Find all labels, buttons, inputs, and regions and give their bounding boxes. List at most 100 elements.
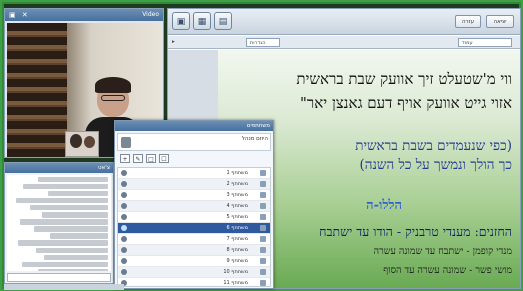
- participant-name: משתתף 1: [226, 170, 249, 176]
- participant-row[interactable]: משתתף 3: [118, 190, 270, 201]
- participant-row[interactable]: משתתף 2: [118, 179, 270, 190]
- presentation-toolbar: ▣ ▦ ▤ עזרה יציאה: [168, 9, 520, 35]
- participant-row[interactable]: משתתף 9: [118, 256, 270, 267]
- participant-name: משתתף 3: [226, 192, 249, 198]
- window-controls[interactable]: ▣ ✕: [9, 9, 30, 21]
- chat-message: [20, 219, 108, 225]
- chat-input[interactable]: [7, 273, 111, 282]
- user-icon: [121, 170, 127, 176]
- user-icon: [121, 269, 127, 275]
- avatar: [121, 137, 131, 148]
- chat-message: [22, 261, 108, 268]
- participant-row[interactable]: משתתף 8: [118, 245, 270, 256]
- play-icon[interactable]: ▸: [172, 36, 175, 49]
- status-icon: [260, 203, 266, 209]
- current-user-name: היוזם מנהל: [241, 136, 268, 142]
- participant-name: משתתף 7: [226, 236, 249, 242]
- chat-message: [23, 183, 108, 190]
- participant-name: משתתף 8: [226, 247, 249, 253]
- pip-person: [84, 136, 95, 148]
- square-icon[interactable]: □: [146, 154, 156, 163]
- user-icon: [121, 236, 127, 242]
- chat-message: [48, 190, 108, 197]
- status-icon: [260, 247, 266, 253]
- slide-line: ווי מ'שטעלט זיך אוועק שבת בראשית: [296, 70, 512, 88]
- webcam-titlebar[interactable]: ▣ ✕ Video: [5, 9, 163, 21]
- status-bar: [4, 284, 124, 290]
- presenter-hair: [95, 77, 131, 93]
- user-icon: [121, 192, 127, 198]
- status-icon: [260, 181, 266, 187]
- user-icon: [121, 181, 127, 187]
- status-icon: [260, 170, 266, 176]
- chat-message: [42, 212, 108, 218]
- slide-line: מנדי קופמן - ישתבח עד שמונה עשרה: [373, 246, 512, 257]
- participant-name: משתתף 6: [226, 225, 249, 231]
- participant-row[interactable]: משתתף 10: [118, 267, 270, 278]
- status-icon: [260, 258, 266, 264]
- user-icon: [121, 225, 127, 231]
- edit-icon[interactable]: ✎: [133, 154, 143, 163]
- participant-name: משתתף 5: [226, 214, 249, 220]
- chat-message: [34, 226, 108, 232]
- status-icon: [260, 269, 266, 275]
- participant-name: משתתף 11: [223, 280, 248, 286]
- status-icon: [260, 280, 266, 286]
- slide-line: כך הולך ונמשך על כל השנה): [359, 157, 512, 173]
- participant-name: משתתף 4: [226, 203, 249, 209]
- exit-button[interactable]: יציאה: [486, 15, 514, 28]
- participant-name: משתתף 10: [223, 269, 248, 275]
- participants-title: משתתפים: [115, 121, 273, 131]
- pip-person: [70, 134, 82, 148]
- chat-title: צ'אט: [5, 163, 113, 173]
- slide-heading: הללו-ה: [366, 198, 402, 213]
- slide-line: החזנים: מענדי טרבניק - הודו עד ישתבח: [319, 224, 512, 239]
- bookshelf: [7, 23, 67, 157]
- participants-panel: משתתפים היוזם מנהל + ✎ □ ☐ משתתף 1 משתתף …: [114, 120, 274, 289]
- user-icon: [121, 214, 127, 220]
- document-icon[interactable]: ▤: [214, 12, 232, 30]
- chat-message: [38, 176, 108, 183]
- user-icon: [121, 203, 127, 209]
- participant-row[interactable]: משתתף 7: [118, 234, 270, 245]
- participant-row[interactable]: משתתף 1: [118, 168, 270, 179]
- participant-row[interactable]: משתתף 11: [118, 278, 270, 286]
- chat-message: [30, 204, 108, 211]
- picture-in-picture: [65, 131, 99, 157]
- chat-message: [36, 247, 108, 254]
- chat-panel: צ'אט: [4, 162, 114, 284]
- share-screen-icon[interactable]: ▣: [172, 12, 190, 30]
- checkbox-icon[interactable]: ☐: [159, 154, 169, 163]
- participant-row[interactable]: משתתף 6: [118, 223, 270, 234]
- chat-message: [50, 233, 108, 239]
- chat-message: [38, 268, 108, 271]
- status-icon: [260, 214, 266, 220]
- user-icon: [121, 247, 127, 253]
- presenter-glasses: [101, 95, 125, 101]
- participants-list[interactable]: משתתף 1 משתתף 2 משתתף 3 משתתף 4 משתתף 5 משתתף…: [117, 167, 271, 287]
- participant-name: משתתף 9: [226, 258, 249, 264]
- status-icon: [260, 236, 266, 242]
- help-button[interactable]: עזרה: [455, 15, 481, 28]
- status-icon: [260, 192, 266, 198]
- user-icon: [121, 258, 127, 264]
- chat-message: [18, 240, 108, 246]
- page-dropdown[interactable]: עמוד: [458, 38, 512, 47]
- settings-dropdown[interactable]: הגדרות: [246, 38, 280, 47]
- slide-line: מושי פשר - שמונה עשרה עד הסוף: [383, 265, 512, 276]
- chat-message: [16, 197, 108, 204]
- participants-toolbar: + ✎ □ ☐: [117, 153, 271, 165]
- participant-name: משתתף 2: [226, 181, 249, 187]
- slide-line: (כפי שנעמדים בשבת בראשית: [355, 138, 512, 154]
- chat-messages[interactable]: [7, 175, 111, 271]
- participant-row[interactable]: משתתף 5: [118, 212, 270, 223]
- slide-line: אזוי גייט אוועק אויף דעם גאנצן יאר": [300, 94, 512, 112]
- participant-row[interactable]: משתתף 4: [118, 201, 270, 212]
- add-icon[interactable]: +: [120, 154, 130, 163]
- status-icon: [260, 225, 266, 231]
- chat-message: [44, 254, 108, 261]
- webcam-title: Video: [142, 11, 159, 18]
- presentation-controls: ▸ הגדרות עמוד: [168, 36, 520, 49]
- current-user: היוזם מנהל: [117, 133, 271, 151]
- whiteboard-icon[interactable]: ▦: [193, 12, 211, 30]
